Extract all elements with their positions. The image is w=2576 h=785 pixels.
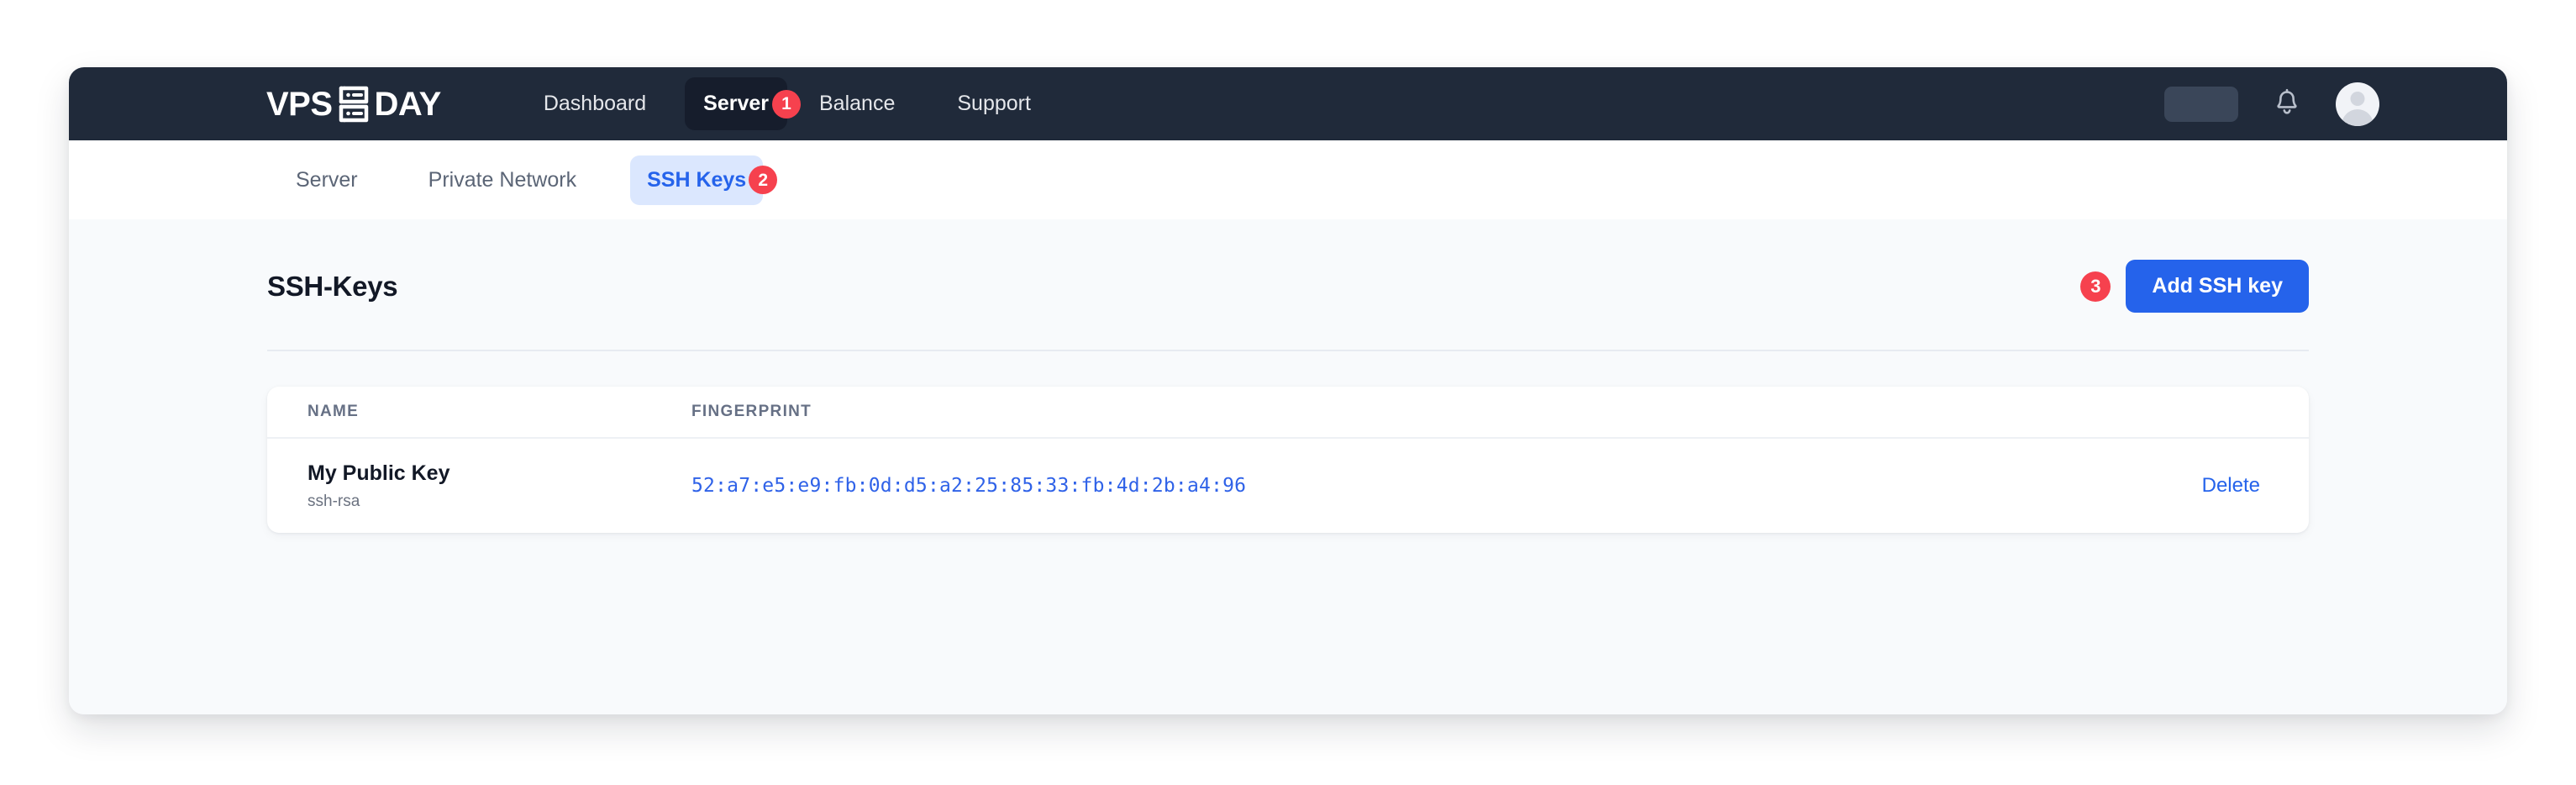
add-ssh-key-badge: 3 [2080,271,2111,302]
ssh-key-name: My Public Key [308,461,450,486]
nav-link-dashboard[interactable]: Dashboard [525,77,665,130]
tab-server[interactable]: Server [279,155,375,205]
server-rack-icon [336,85,371,124]
cell-fingerprint: 52:a7:e5:e9:fb:0d:d5:a2:25:85:33:fb:4d:2… [691,475,2141,497]
delete-ssh-key-link[interactable]: Delete [2202,474,2260,497]
app-window: VPS DAY Dashboard Server 1 Balance Suppo… [69,67,2507,714]
navbar-links: Dashboard Server 1 Balance Support [525,77,1049,130]
avatar[interactable] [2336,82,2379,126]
tab-badge-ssh-keys: 2 [749,166,778,194]
page-content: SSH-Keys 3 Add SSH key NAME FINGERPRINT … [69,219,2507,714]
nav-link-dashboard-label: Dashboard [543,92,647,115]
nav-badge-server: 1 [772,89,801,119]
tab-server-label: Server [296,167,358,192]
navbar-right-actions [2164,82,2379,126]
ssh-keys-table: NAME FINGERPRINT My Public Key ssh-rsa 5… [267,387,2309,533]
tab-ssh-keys[interactable]: SSH Keys 2 [630,155,778,205]
page-title: SSH-Keys [267,270,398,302]
brand-logo[interactable]: VPS DAY [266,85,441,124]
nav-link-balance-label: Balance [819,92,896,115]
add-ssh-key-button[interactable]: Add SSH key [2126,260,2309,313]
tab-ssh-keys-label: SSH Keys [647,167,747,192]
section-tabbar: Server Private Network SSH Keys 2 [69,140,2507,219]
table-row: My Public Key ssh-rsa 52:a7:e5:e9:fb:0d:… [267,439,2309,533]
page-header-actions: 3 Add SSH key [2080,260,2309,313]
column-header-fingerprint: FINGERPRINT [691,403,812,420]
nav-link-support-label: Support [957,92,1031,115]
bell-icon [2274,88,2300,120]
ssh-key-fingerprint[interactable]: 52:a7:e5:e9:fb:0d:d5:a2:25:85:33:fb:4d:2… [691,475,1246,497]
cell-actions: Delete [2141,474,2309,498]
nav-link-balance[interactable]: Balance [801,77,913,130]
top-navbar: VPS DAY Dashboard Server 1 Balance Suppo… [69,67,2507,140]
tab-private-network-label: Private Network [428,167,577,192]
column-header-name: NAME [308,403,360,420]
balance-placeholder-block[interactable] [2164,86,2238,122]
notifications-button[interactable] [2268,86,2305,123]
ssh-key-type: ssh-rsa [308,492,360,510]
avatar-body-shape [2342,108,2374,126]
table-header-row: NAME FINGERPRINT [267,387,2309,439]
brand-text-left: VPS [266,85,333,123]
nav-link-support[interactable]: Support [938,77,1049,130]
page-header: SSH-Keys 3 Add SSH key [267,219,2309,351]
cell-name: My Public Key ssh-rsa [267,461,691,510]
nav-link-server[interactable]: Server 1 [685,77,801,130]
brand-text-right: DAY [374,85,442,123]
avatar-head-shape [2350,91,2365,106]
nav-link-server-label: Server [703,92,769,115]
tab-private-network[interactable]: Private Network [412,155,593,205]
